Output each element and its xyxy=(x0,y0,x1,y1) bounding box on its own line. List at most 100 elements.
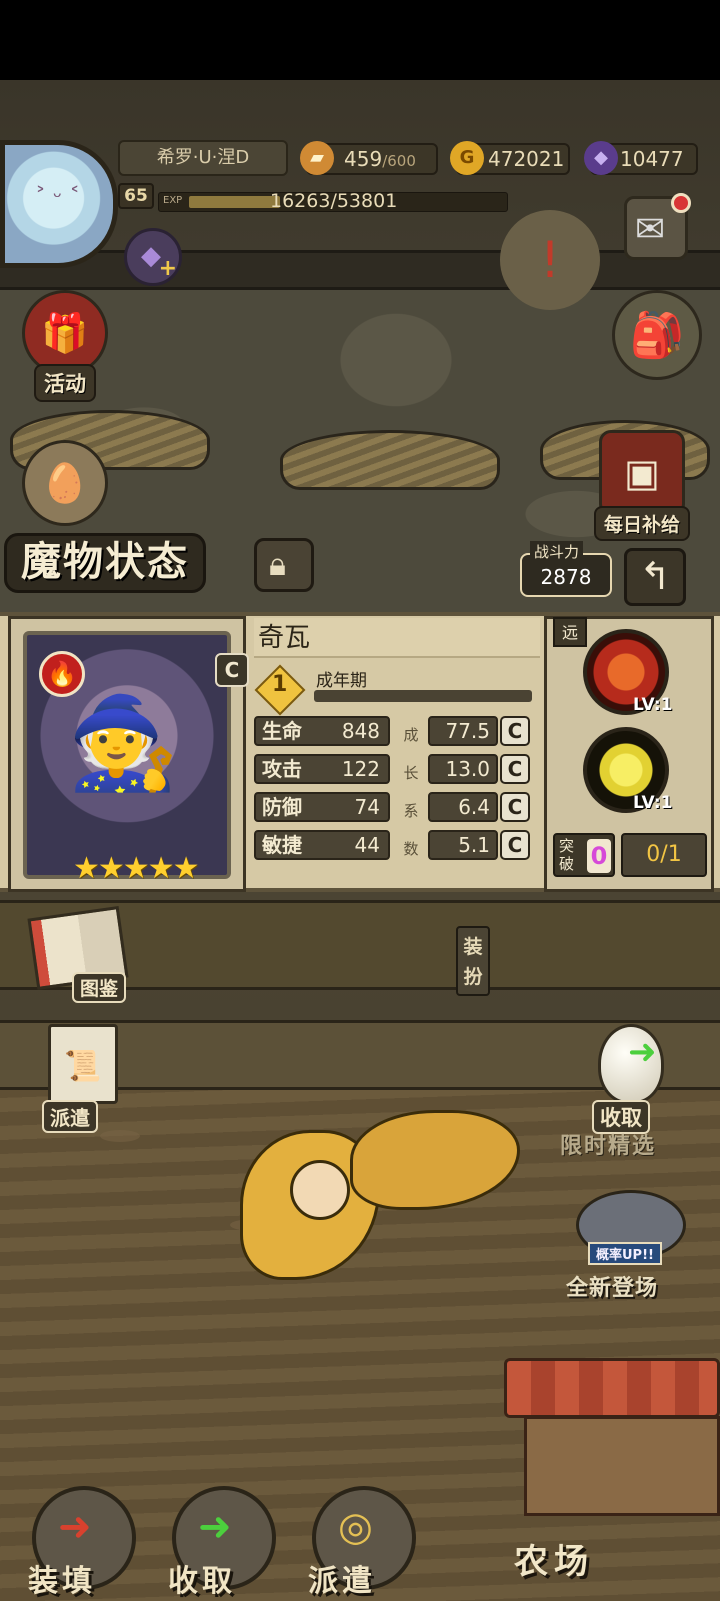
new-arrival-button[interactable]: 概率UP!! 全新登场 xyxy=(560,1190,700,1310)
growth-grade-icon: C xyxy=(500,792,530,822)
stage-text: 成年期 xyxy=(316,671,367,691)
character-face xyxy=(290,1160,350,1220)
stage-progress-bar xyxy=(314,690,532,702)
skill-level: LV:1 xyxy=(633,793,673,813)
avatar-face-icon: ˃ ᵕ ˂ xyxy=(35,185,81,210)
plus-icon: + xyxy=(158,256,177,281)
lock-icon: 🔒︎ xyxy=(269,545,287,583)
gold-value: 472021 xyxy=(488,147,565,171)
gem-counter[interactable]: ◆ 10477 xyxy=(584,141,698,175)
stat-label: 生命 xyxy=(262,719,302,743)
breakthrough-label: 突破 xyxy=(559,837,575,873)
page-title: 魔物状态 xyxy=(4,533,206,593)
dress-up-button[interactable]: 装扮 xyxy=(456,926,490,996)
stat-label: 防御 xyxy=(262,795,302,819)
gem-value: 10477 xyxy=(620,147,684,171)
wood-beam xyxy=(0,250,720,290)
stat-row: 防御 74 xyxy=(254,792,390,822)
bread-icon: ▰ xyxy=(300,141,334,175)
dispatch-label: 派遣 xyxy=(42,1100,98,1133)
new-arrival-label: 全新登场 xyxy=(566,1276,659,1301)
skill-fire-icon[interactable]: LV:1 xyxy=(583,629,673,715)
gold-coin-icon: G xyxy=(450,141,484,175)
growth-grade-icon: C xyxy=(500,716,530,746)
growth-value: 5.1 xyxy=(428,830,498,860)
player-avatar[interactable]: ˃ ᵕ ˂ xyxy=(0,140,118,268)
combat-power-label: 战斗力 xyxy=(530,541,584,562)
farm-label: 农场 xyxy=(514,1542,594,1582)
growth-label-char: 长 xyxy=(403,764,419,782)
growth-value: 77.5 xyxy=(428,716,498,746)
exp-bar-fill xyxy=(189,196,280,208)
harvest-button[interactable]: ➜ 收取 xyxy=(588,1024,678,1134)
player-level-badge: 65 xyxy=(118,183,154,209)
bottom-nav-label: 装填 xyxy=(28,1564,96,1599)
bottom-nav-icon: ➜ xyxy=(198,1504,232,1550)
codex-button[interactable]: 图鉴 xyxy=(26,905,136,1003)
stat-row: 生命 848 xyxy=(254,716,390,746)
player-name: 希罗·U·涅D xyxy=(118,140,288,176)
green-arrow-icon: ➜ xyxy=(628,1032,657,1072)
bottom-nav-button[interactable]: ➜ 收取 xyxy=(158,1486,288,1601)
stat-value: 122 xyxy=(341,757,380,781)
bottom-nav-label: 收取 xyxy=(168,1564,236,1599)
mail-icon: ✉ xyxy=(635,209,666,250)
bottom-nav-icon: ➜ xyxy=(58,1504,92,1550)
monster-name: 奇瓦 xyxy=(254,618,540,658)
stamina-counter[interactable]: ▰ 459/600 xyxy=(300,141,438,175)
breakthrough-count[interactable]: 0/1 xyxy=(621,833,707,877)
stat-row: 敏捷 44 xyxy=(254,830,390,860)
limited-pick-label[interactable]: 限时精选 xyxy=(560,1128,656,1160)
growth-label-char: 系 xyxy=(403,802,419,820)
stamina-max: /600 xyxy=(382,152,416,170)
egg-button[interactable]: 🥚 xyxy=(10,440,120,526)
lock-button[interactable]: 🔒︎ xyxy=(254,538,314,592)
skill-level: LV:1 xyxy=(633,695,673,715)
growth-value: 6.4 xyxy=(428,792,498,822)
monster-portrait[interactable]: 🧙 🔥 C ★★★★★ xyxy=(8,616,249,892)
range-tag: 远 xyxy=(553,617,587,647)
skill-column: 远 LV:1 LV:1 突破 0 0/1 xyxy=(544,616,714,892)
star-rating: ★★★★★ xyxy=(73,851,199,886)
activity-button[interactable]: 🎁 活动 xyxy=(10,290,120,402)
bottom-nav-button[interactable]: ➜ 装填 xyxy=(18,1486,148,1601)
farm-barn xyxy=(524,1416,720,1516)
fire-element-icon: 🔥 xyxy=(39,651,85,697)
stat-label: 敏捷 xyxy=(262,833,302,857)
stat-label: 攻击 xyxy=(262,757,302,781)
back-button[interactable]: ↰ xyxy=(624,548,686,606)
dispatch-button[interactable]: 📜 派遣 xyxy=(42,1024,132,1134)
stat-value: 74 xyxy=(354,795,380,819)
breakthrough-box: 突破 0 xyxy=(553,833,615,877)
daily-supply-label: 每日补给 xyxy=(593,506,690,541)
backpack-icon[interactable]: 🎒 xyxy=(612,290,702,380)
activity-label: 活动 xyxy=(34,364,96,402)
skill-wind-icon[interactable]: LV:1 xyxy=(583,727,673,813)
gold-counter[interactable]: G 472021 xyxy=(450,141,570,175)
farm-button[interactable]: 农场 xyxy=(504,1358,720,1601)
bottom-nav-icon: ◎ xyxy=(338,1504,373,1550)
exp-label: EXP xyxy=(163,195,183,206)
stat-row: 攻击 122 xyxy=(254,754,390,784)
bottom-nav-button[interactable]: ◎ 派遣 xyxy=(298,1486,428,1601)
monster-character-sprite xyxy=(230,1100,530,1310)
growth-value: 13.0 xyxy=(428,754,498,784)
exp-value: 16263/53801 xyxy=(270,190,398,212)
growth-grade-icon: C xyxy=(500,754,530,784)
stat-value: 848 xyxy=(341,719,380,743)
back-arrow-icon: ↰ xyxy=(639,554,671,598)
combat-power: 战斗力 2878 xyxy=(520,541,612,597)
growth-label-char: 成 xyxy=(403,726,419,744)
growth-label-char: 数 xyxy=(403,840,419,858)
portrait-frame: 🧙 🔥 C ★★★★★ xyxy=(23,631,249,886)
nest-center xyxy=(280,430,500,490)
status-bar-area xyxy=(0,0,720,80)
codex-label: 图鉴 xyxy=(72,972,127,1003)
mail-button[interactable]: ✉ xyxy=(624,193,691,260)
stamina-current: 459 xyxy=(344,147,383,171)
daily-supply-button[interactable]: ▣ 每日补给 xyxy=(584,430,700,541)
quest-scroll-icon[interactable]: ! xyxy=(500,210,600,310)
bottom-nav-label: 派遣 xyxy=(308,1564,376,1599)
buy-gems-button[interactable]: ◆ + xyxy=(124,228,182,286)
rate-up-badge: 概率UP!! xyxy=(588,1242,662,1265)
